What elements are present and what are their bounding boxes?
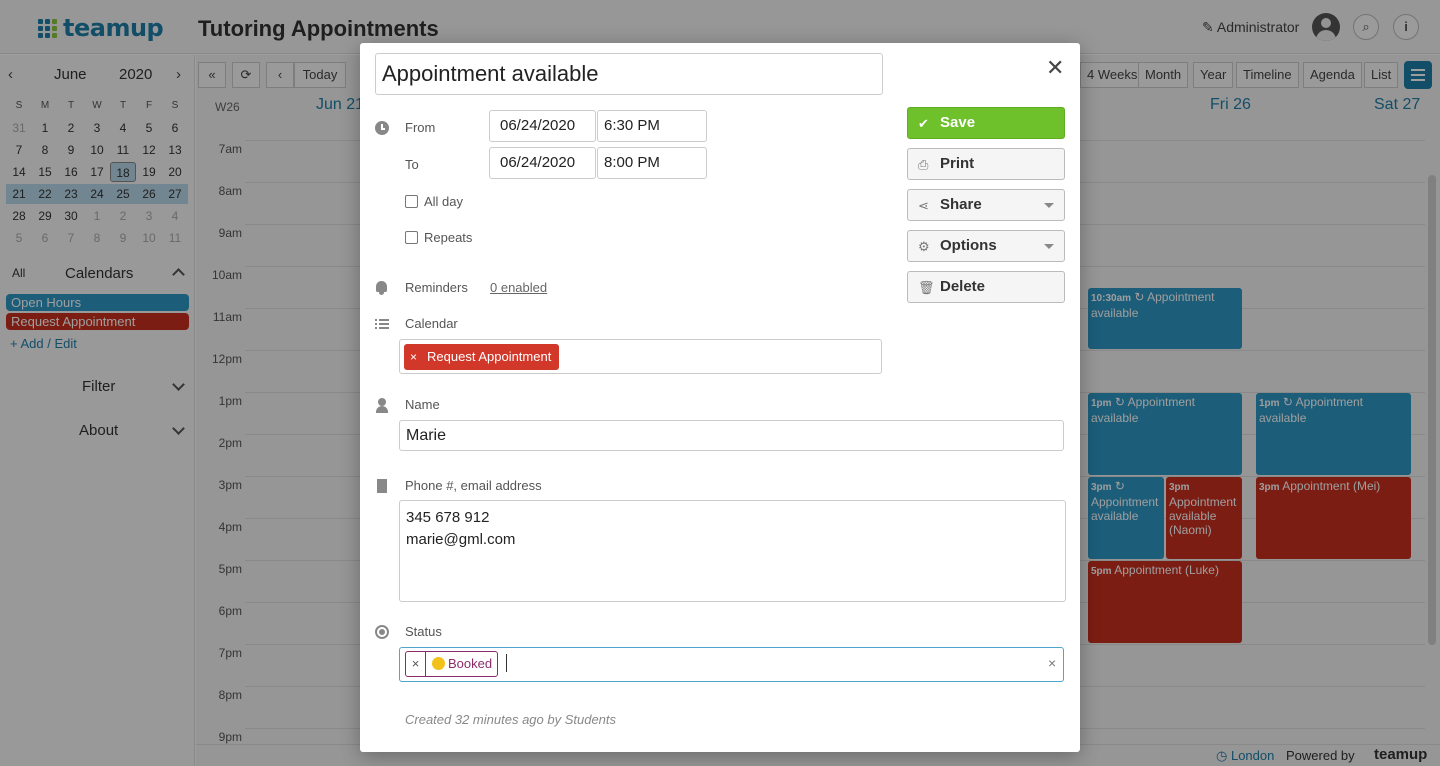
name-label: Name — [405, 397, 440, 412]
all-day-label[interactable]: All day — [424, 194, 463, 209]
contact-phone: 345 678 912 — [406, 509, 490, 526]
calendar-tag-label: Request Appointment — [427, 349, 552, 364]
check-icon: ✔ — [918, 116, 929, 131]
bell-icon — [376, 281, 387, 295]
to-label: To — [405, 157, 419, 172]
created-note: Created 32 minutes ago by Students — [405, 712, 617, 727]
save-label: Save — [940, 114, 976, 131]
contact-label: Phone #, email address — [405, 478, 542, 493]
person-icon — [375, 398, 389, 413]
name-input[interactable]: Marie — [399, 420, 1064, 451]
printer-icon: ⎙ — [918, 157, 929, 172]
remove-tag-icon[interactable]: × — [410, 350, 417, 364]
event-title-input[interactable]: Appointment available — [375, 53, 883, 95]
all-day-checkbox[interactable] — [405, 195, 418, 208]
status-select[interactable] — [399, 647, 1064, 682]
status-tag-label: Booked — [448, 656, 493, 671]
from-label: From — [405, 120, 436, 135]
trash-icon: 🗑 — [918, 280, 935, 295]
share-label: Share — [940, 196, 982, 213]
gear-icon: ⚙ — [918, 239, 930, 254]
event-editor-dialog: Appointment available ✕ From 06/24/2020 … — [360, 43, 1080, 752]
contact-textarea[interactable]: 345 678 912 marie@gml.com — [399, 500, 1066, 602]
calendar-label: Calendar — [405, 316, 458, 331]
options-button[interactable]: ⚙ Options — [907, 230, 1065, 262]
caret-down-icon — [1044, 203, 1054, 208]
contact-email: marie@gml.com — [406, 531, 516, 548]
clock-icon — [375, 121, 389, 135]
status-label: Status — [405, 624, 442, 639]
reminders-link[interactable]: 0 enabled — [490, 280, 547, 295]
smile-icon — [432, 657, 445, 670]
repeats-label[interactable]: Repeats — [424, 230, 472, 245]
caret-down-icon — [1044, 244, 1054, 249]
to-date-input[interactable]: 06/24/2020 — [489, 147, 596, 179]
to-time-input[interactable]: 8:00 PM — [597, 147, 707, 179]
print-label: Print — [940, 155, 975, 172]
text-cursor — [506, 654, 507, 672]
calendar-tag[interactable]: × Request Appointment — [404, 344, 560, 370]
close-icon[interactable]: ✕ — [1046, 57, 1064, 79]
from-time-input[interactable]: 6:30 PM — [597, 110, 707, 142]
save-button[interactable]: ✔ Save — [907, 107, 1065, 139]
delete-button[interactable]: 🗑 Delete — [907, 271, 1065, 303]
options-label: Options — [940, 237, 997, 254]
share-button[interactable]: ⋖ Share — [907, 189, 1065, 221]
from-date-input[interactable]: 06/24/2020 — [489, 110, 596, 142]
list-icon — [375, 318, 389, 332]
status-tag[interactable]: × Booked — [405, 651, 499, 677]
remove-tag-icon[interactable]: × — [406, 652, 426, 676]
clear-icon[interactable]: × — [1048, 655, 1056, 671]
address-book-icon — [377, 479, 387, 493]
repeats-checkbox[interactable] — [405, 231, 418, 244]
status-icon — [375, 625, 389, 639]
print-button[interactable]: ⎙ Print — [907, 148, 1065, 180]
reminders-label: Reminders — [405, 280, 468, 295]
delete-label: Delete — [940, 278, 986, 295]
share-icon: ⋖ — [918, 198, 929, 213]
